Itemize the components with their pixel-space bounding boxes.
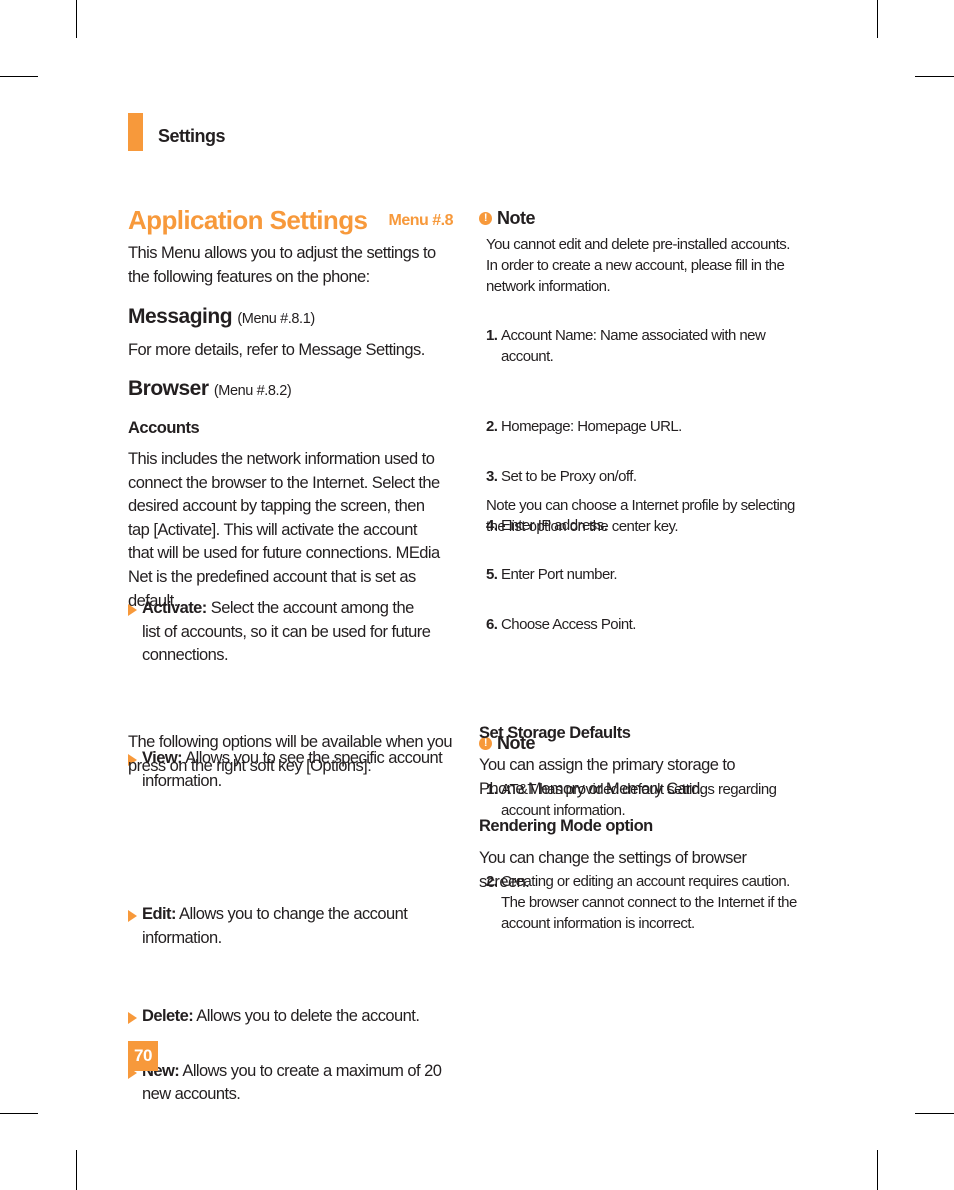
- item-number: 5.: [486, 566, 498, 583]
- note-list-item: 3. Set to be Proxy on/off.: [486, 466, 806, 487]
- storage-heading: Set Storage Defaults: [479, 724, 631, 742]
- bullet-term: Delete:: [142, 1007, 194, 1026]
- bullet-arrow-icon: [128, 1012, 137, 1025]
- intro-paragraph: This Menu allows you to adjust the setti…: [128, 244, 436, 286]
- storage-text: You can assign the primary storage to Ph…: [479, 756, 736, 798]
- bullet-term: Edit:: [142, 904, 176, 923]
- crop-mark: [915, 1113, 954, 1114]
- messaging-menu-ref: (Menu #.8.1): [237, 311, 315, 327]
- rendering-heading: Rendering Mode option: [479, 817, 653, 835]
- bullet-term: Activate:: [142, 599, 207, 617]
- note-heading: ! Note: [479, 208, 799, 229]
- crop-mark: [76, 0, 77, 38]
- crop-mark: [915, 76, 954, 77]
- note-list-item: 5. Enter Port number.: [486, 564, 806, 585]
- options-intro: The following options will be available …: [128, 733, 453, 775]
- bullet-text: Allows you to create a maximum of 20 new…: [142, 1061, 442, 1104]
- item-text: Enter Port number.: [501, 566, 618, 583]
- right-column: ! Note You cannot edit and delete pre-in…: [479, 0, 799, 932]
- bullet-activate: Activate: Select the account among the l…: [128, 597, 434, 668]
- crop-mark: [76, 1150, 77, 1190]
- item-text: Set to be Proxy on/off.: [501, 468, 637, 485]
- accounts-heading: Accounts: [128, 419, 200, 437]
- bullet-arrow-icon: [128, 604, 137, 616]
- bullet-new: New: Allows you to create a maximum of 2…: [128, 1060, 452, 1107]
- crop-mark: [877, 1150, 878, 1190]
- note-text: You cannot edit and delete pre-installed…: [486, 236, 790, 295]
- note-title: Note: [497, 208, 536, 228]
- crop-mark: [877, 0, 878, 38]
- bullet-text: Allows you to delete the account.: [196, 1007, 420, 1026]
- item-number: 6.: [486, 616, 498, 633]
- rendering-text: You can change the settings of browser s…: [479, 849, 747, 891]
- exclamation-icon: !: [479, 212, 492, 225]
- page-number: 70: [128, 1041, 158, 1071]
- messaging-heading: Messaging (Menu #.8.1): [128, 305, 453, 329]
- item-number: 2.: [486, 418, 498, 435]
- note-list-item: 2. Homepage: Homepage URL.: [486, 416, 806, 437]
- bullet-text: Allows you to change the account informa…: [142, 904, 408, 947]
- messaging-text: For more details, refer to Message Setti…: [128, 341, 425, 359]
- note-list-item: 6. Choose Access Point.: [486, 614, 806, 635]
- messaging-title: Messaging: [128, 305, 233, 328]
- bullet-edit: Edit: Allows you to change the account i…: [128, 903, 422, 950]
- crop-mark: [0, 1113, 38, 1114]
- item-text: Account Name: Name associated with new a…: [501, 327, 766, 365]
- bullet-delete: Delete: Allows you to delete the account…: [128, 1005, 452, 1029]
- browser-heading: Browser (Menu #.8.2): [128, 377, 453, 401]
- note-footer: Note you can choose a Internet profile b…: [486, 497, 795, 535]
- bullet-arrow-icon: [128, 909, 137, 922]
- browser-menu-ref: (Menu #.8.2): [213, 383, 292, 399]
- browser-title: Browser: [128, 377, 209, 400]
- left-column: This Menu allows you to adjust the setti…: [128, 0, 453, 1103]
- item-text: Choose Access Point.: [501, 616, 636, 633]
- note-list-item: 1. Account Name: Name associated with ne…: [486, 325, 791, 367]
- crop-mark: [0, 76, 38, 77]
- accounts-text: This includes the network information us…: [128, 450, 440, 610]
- item-number: 3.: [486, 468, 498, 485]
- item-number: 1.: [486, 327, 498, 344]
- item-text: Homepage: Homepage URL.: [501, 418, 682, 435]
